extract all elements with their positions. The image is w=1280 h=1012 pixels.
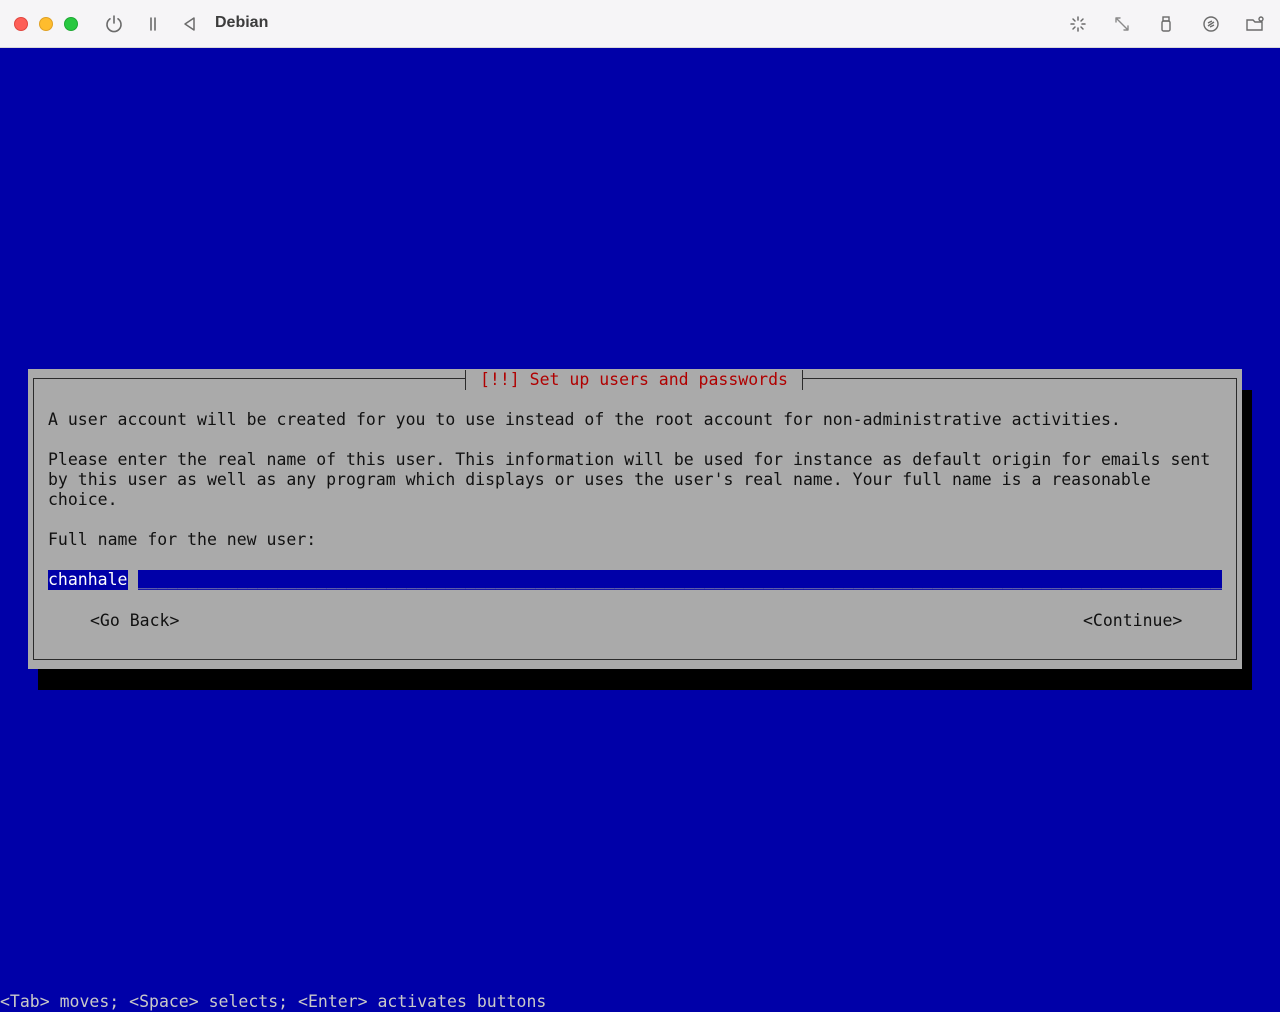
brightness-icon[interactable] xyxy=(1067,13,1089,35)
description-line-3: choice. xyxy=(48,490,118,509)
description-line-2: by this user as well as any program whic… xyxy=(48,470,1151,489)
full-name-prompt: Full name for the new user: xyxy=(48,530,317,549)
keyboard-help-status: <Tab> moves; <Space> selects; <Enter> ac… xyxy=(0,992,547,1011)
power-icon[interactable] xyxy=(103,13,125,35)
pause-icon[interactable] xyxy=(142,13,164,35)
description-line-1: Please enter the real name of this user.… xyxy=(48,450,1211,469)
zoom-button[interactable] xyxy=(64,17,78,31)
vm-title: Debian xyxy=(215,14,269,31)
back-icon[interactable] xyxy=(179,13,201,35)
dialog-title: [!!] Set up users and passwords xyxy=(465,370,803,390)
shared-folder-icon[interactable] xyxy=(1244,13,1266,35)
installer-dialog: [!!] Set up users and passwords A user a… xyxy=(28,369,1242,669)
usb-icon[interactable] xyxy=(1155,13,1177,35)
intro-text: A user account will be created for you t… xyxy=(48,410,1121,429)
continue-button[interactable]: <Continue> xyxy=(1083,611,1182,631)
full-name-input-value[interactable]: chanhale xyxy=(48,570,129,590)
go-back-button[interactable]: <Go Back> xyxy=(90,611,179,631)
minimize-button[interactable] xyxy=(39,17,53,31)
input-underline-fill[interactable]: ________________________________________… xyxy=(138,570,1222,590)
audio-icon[interactable] xyxy=(1200,13,1222,35)
vm-title-bar: Debian xyxy=(0,0,1280,48)
close-button[interactable] xyxy=(14,17,28,31)
resize-icon[interactable] xyxy=(1111,13,1133,35)
full-name-input[interactable]: chanhale _______________________________… xyxy=(48,570,1222,590)
